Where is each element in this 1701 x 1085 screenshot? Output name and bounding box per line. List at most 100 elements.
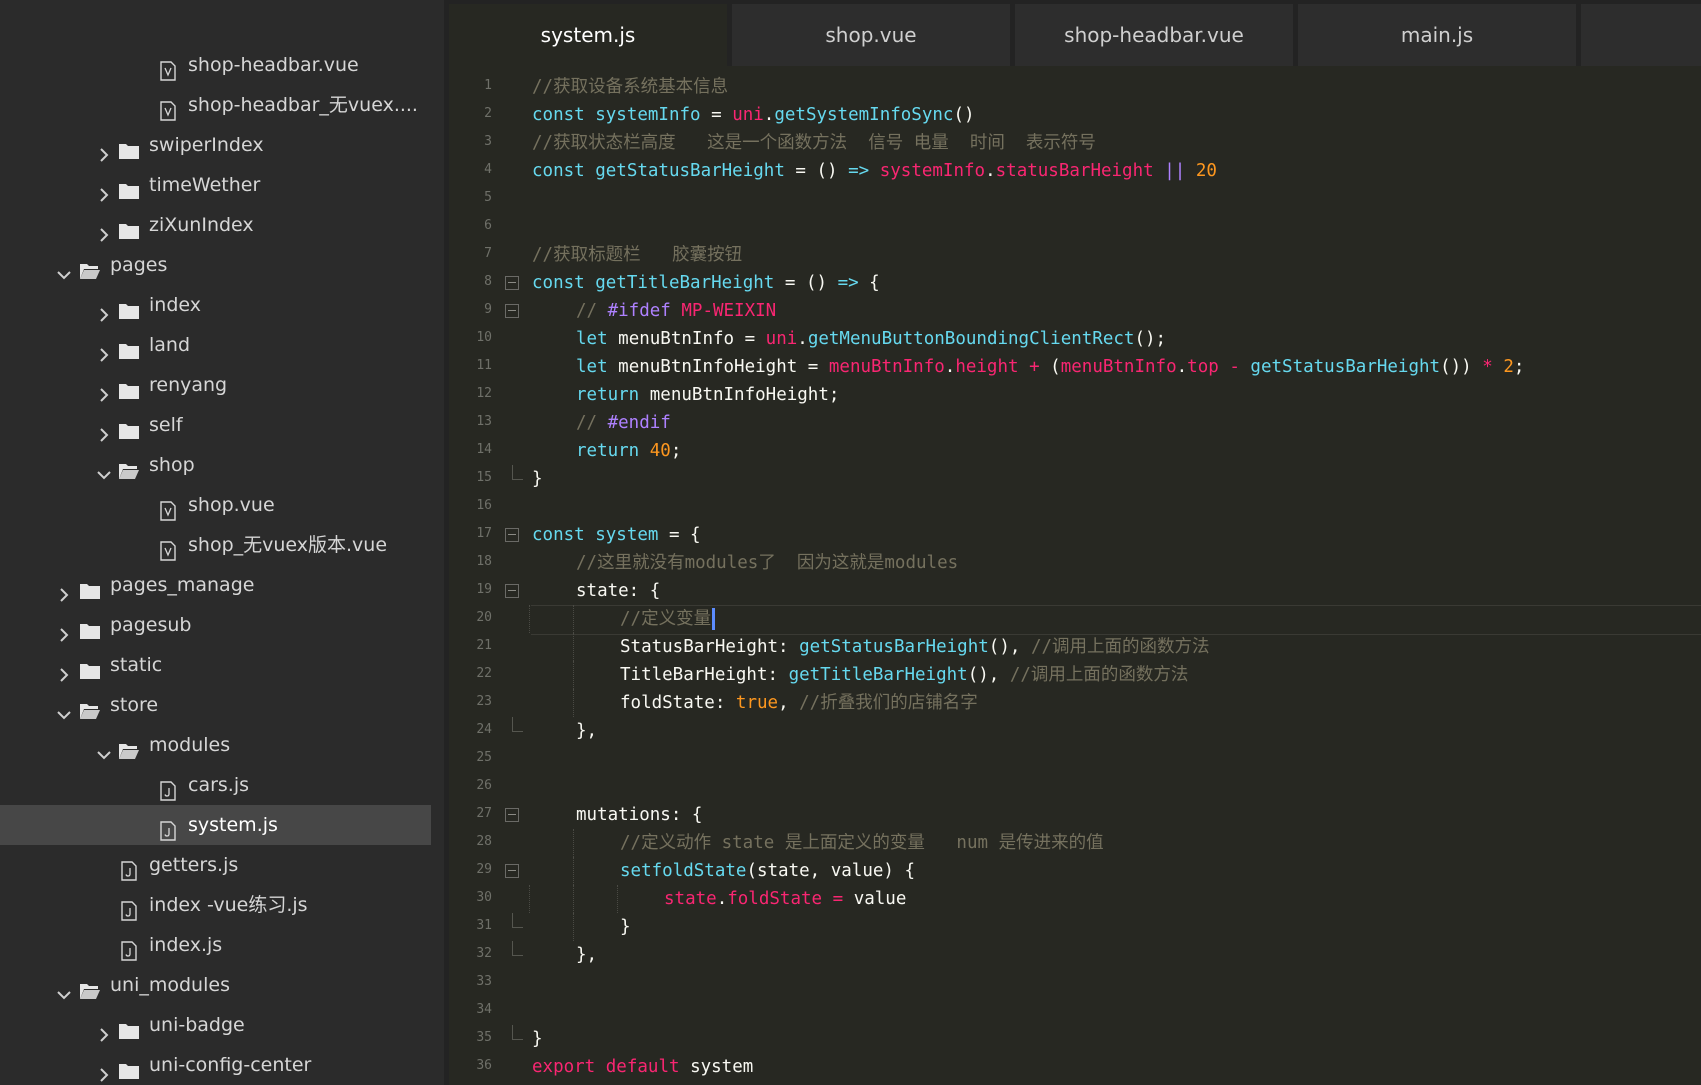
file-shop-headbar-vuex[interactable]: shop-headbar_无vuex....: [0, 85, 431, 125]
code-line[interactable]: 6: [449, 213, 1701, 241]
fold-toggle-icon[interactable]: [505, 304, 519, 318]
code-line[interactable]: 9 // #ifdef MP-WEIXIN: [449, 297, 1701, 325]
fold-toggle-icon[interactable]: [505, 528, 519, 542]
code-line[interactable]: 11 let menuBtnInfoHeight = menuBtnInfo.he…: [449, 353, 1701, 381]
code-line[interactable]: 10 let menuBtnInfo = uni.getMenuButtonBou…: [449, 325, 1701, 353]
code-token: }: [620, 917, 631, 937]
tab-ind[interactable]: ind: [1581, 4, 1701, 66]
code-line[interactable]: 19 state: {: [449, 577, 1701, 605]
line-number: 31: [476, 918, 492, 933]
code-line[interactable]: 34: [449, 997, 1701, 1025]
folder-uni-config-center[interactable]: uni-config-center: [0, 1045, 431, 1085]
code-line[interactable]: 12 return menuBtnInfoHeight;: [449, 381, 1701, 409]
code-line[interactable]: 22 TitleBarHeight: getTitleBarHeight(), /…: [449, 661, 1701, 689]
code-line[interactable]: 21 StatusBarHeight: getStatusBarHeight(),…: [449, 633, 1701, 661]
fold-toggle-icon[interactable]: [505, 276, 519, 290]
chevron-right-icon[interactable]: [96, 217, 112, 242]
text-cursor: [712, 608, 716, 630]
code-line[interactable]: 33: [449, 969, 1701, 997]
folder-shop[interactable]: shop: [0, 445, 431, 485]
code-token: const: [532, 161, 596, 181]
code-line[interactable]: 27 mutations: {: [449, 801, 1701, 829]
code-line[interactable]: 14 return 40;: [449, 437, 1701, 465]
folder-store[interactable]: store: [0, 685, 431, 725]
code-line[interactable]: 24},: [449, 717, 1701, 745]
chevron-right-icon[interactable]: [56, 577, 72, 602]
code-line[interactable]: 31}: [449, 913, 1701, 941]
chevron-down-icon[interactable]: [96, 737, 112, 760]
code-line[interactable]: 35}: [449, 1025, 1701, 1053]
code-line[interactable]: 1 //获取设备系统基本信息: [449, 73, 1701, 101]
code-line[interactable]: 15}: [449, 465, 1701, 493]
code-token: mutations: {: [576, 805, 703, 825]
file-shop-headbar-vue[interactable]: shop-headbar.vue: [0, 45, 431, 85]
code-line[interactable]: 28 //定义动作 state 是上面定义的变量 num 是传进来的值: [449, 829, 1701, 857]
chevron-right-icon[interactable]: [96, 337, 112, 362]
folder-pages-manage[interactable]: pages_manage: [0, 565, 431, 605]
tab-shop-headbar-vue[interactable]: shop-headbar.vue: [1015, 4, 1295, 66]
chevron-right-icon[interactable]: [56, 617, 72, 642]
code-line[interactable]: 18 //这里就没有modules了 因为这就是modules: [449, 549, 1701, 577]
code-line[interactable]: 30 state.foldState = value: [449, 885, 1701, 913]
chevron-down-icon[interactable]: [56, 977, 72, 1000]
file-index-js[interactable]: index.js: [0, 925, 431, 965]
code-line[interactable]: 25: [449, 745, 1701, 773]
file-cars-js[interactable]: cars.js: [0, 765, 431, 805]
code-line[interactable]: 36 export default system: [449, 1053, 1701, 1081]
file-getters-js[interactable]: getters.js: [0, 845, 431, 885]
folder-timewether[interactable]: timeWether: [0, 165, 431, 205]
code-line[interactable]: 3 //获取状态栏高度 这是一个函数方法 信号 电量 时间 表示符号: [449, 129, 1701, 157]
chevron-right-icon[interactable]: [96, 297, 112, 322]
code-line[interactable]: 16: [449, 493, 1701, 521]
tab-system-js[interactable]: system.js: [449, 4, 729, 66]
code-line[interactable]: 32},: [449, 941, 1701, 969]
fold-toggle-icon[interactable]: [505, 864, 519, 878]
folder-pages[interactable]: pages: [0, 245, 431, 285]
code-editor[interactable]: 1//获取设备系统基本信息 2 const systemInfo = uni.get…: [449, 66, 1701, 1085]
code-token: foldState:: [620, 693, 736, 713]
file-system-js[interactable]: system.js: [0, 805, 431, 845]
chevron-down-icon[interactable]: [56, 697, 72, 720]
folder-uni-badge[interactable]: uni-badge: [0, 1005, 431, 1045]
folder-pagesub[interactable]: pagesub: [0, 605, 431, 645]
folder-zixunindex[interactable]: ziXunIndex: [0, 205, 431, 245]
code-line[interactable]: 8 const getTitleBarHeight = () => {: [449, 269, 1701, 297]
chevron-down-icon[interactable]: [56, 257, 72, 280]
file-index-vue-js[interactable]: index -vue练习.js: [0, 885, 431, 925]
code-line[interactable]: 29 setfoldState(state, value) {: [449, 857, 1701, 885]
code-line[interactable]: 26: [449, 773, 1701, 801]
tab-main-js[interactable]: main.js: [1298, 4, 1578, 66]
chevron-right-icon[interactable]: [96, 137, 112, 162]
code-line[interactable]: 7 //获取标题栏 胶囊按钮: [449, 241, 1701, 269]
code-line[interactable]: 5: [449, 185, 1701, 213]
chevron-right-icon[interactable]: [96, 1057, 112, 1082]
file-shop-vue[interactable]: shop.vue: [0, 485, 431, 525]
code-line[interactable]: 4 const getStatusBarHeight = () => system…: [449, 157, 1701, 185]
code-line[interactable]: 23 foldState: true, //折叠我们的店铺名字: [449, 689, 1701, 717]
folder-land[interactable]: land: [0, 325, 431, 365]
code-line[interactable]: 2 const systemInfo = uni.getSystemInfoSyn…: [449, 101, 1701, 129]
folder-swiperindex[interactable]: swiperIndex: [0, 125, 431, 165]
fold-toggle-icon[interactable]: [505, 808, 519, 822]
code-line[interactable]: 17 const system = {: [449, 521, 1701, 549]
folder-uni-modules[interactable]: uni_modules: [0, 965, 431, 1005]
code-token: {: [858, 273, 880, 293]
code-line[interactable]: 13 // #endif: [449, 409, 1701, 437]
line-number: 23: [476, 694, 492, 709]
chevron-right-icon[interactable]: [56, 657, 72, 682]
chevron-right-icon[interactable]: [96, 377, 112, 402]
folder-renyang[interactable]: renyang: [0, 365, 431, 405]
tab-shop-vue[interactable]: shop.vue: [732, 4, 1012, 66]
file-shop-vuex-vue[interactable]: shop_无vuex版本.vue: [0, 525, 431, 565]
fold-toggle-icon[interactable]: [505, 584, 519, 598]
chevron-right-icon[interactable]: [96, 417, 112, 442]
folder-self[interactable]: self: [0, 405, 431, 445]
folder-index[interactable]: index: [0, 285, 431, 325]
code-line[interactable]: 20 //定义变量: [449, 605, 1701, 635]
chevron-right-icon[interactable]: [96, 1017, 112, 1042]
chevron-right-icon[interactable]: [96, 177, 112, 202]
folder-static[interactable]: static: [0, 645, 431, 685]
folder-modules[interactable]: modules: [0, 725, 431, 765]
chevron-down-icon[interactable]: [96, 457, 112, 480]
